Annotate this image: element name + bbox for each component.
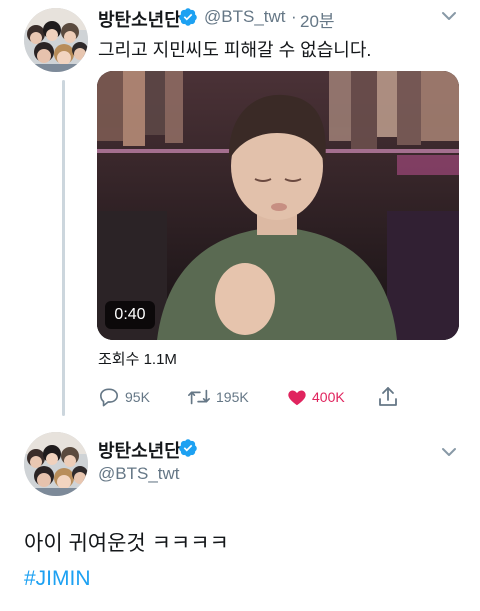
separator-dot: ·	[291, 7, 297, 26]
chevron-down-icon[interactable]	[441, 10, 457, 22]
avatar[interactable]	[24, 8, 88, 72]
handle[interactable]: @BTS_twt	[98, 464, 180, 484]
share-icon	[379, 387, 397, 406]
thread-connector-line	[62, 80, 65, 416]
reply-count: 95K	[125, 389, 150, 405]
video-thumbnail[interactable]	[97, 71, 459, 340]
heart-icon	[288, 390, 306, 406]
like-count: 400K	[312, 389, 345, 405]
chevron-down-icon[interactable]	[441, 446, 457, 458]
reply-icon	[100, 388, 118, 407]
share-button[interactable]	[378, 386, 403, 408]
verified-badge-icon	[179, 8, 197, 26]
video-frame-image	[97, 71, 459, 340]
avatar[interactable]	[24, 432, 88, 496]
display-name[interactable]: 방탄소년단	[98, 6, 181, 32]
retweet-count: 195K	[216, 389, 249, 405]
reply-button[interactable]: 95K	[98, 386, 150, 408]
handle[interactable]: @BTS_twt	[204, 7, 286, 27]
display-name[interactable]: 방탄소년단	[98, 437, 181, 463]
hashtag-link[interactable]: #JIMIN	[24, 567, 91, 591]
view-count: 조회수 1.1M	[98, 351, 177, 368]
retweet-icon	[188, 389, 210, 405]
timestamp[interactable]: 20분	[300, 7, 335, 32]
retweet-button[interactable]: 195K	[187, 386, 249, 408]
video-duration-badge: 0:40	[105, 301, 155, 329]
verified-badge-icon	[179, 439, 197, 457]
tweet-text: 아이 귀여운것 ㅋㅋㅋㅋ	[24, 532, 229, 555]
tweet-text: 그리고 지민씨도 피해갈 수 없습니다.	[98, 40, 372, 60]
like-button[interactable]: 400K	[287, 386, 345, 408]
